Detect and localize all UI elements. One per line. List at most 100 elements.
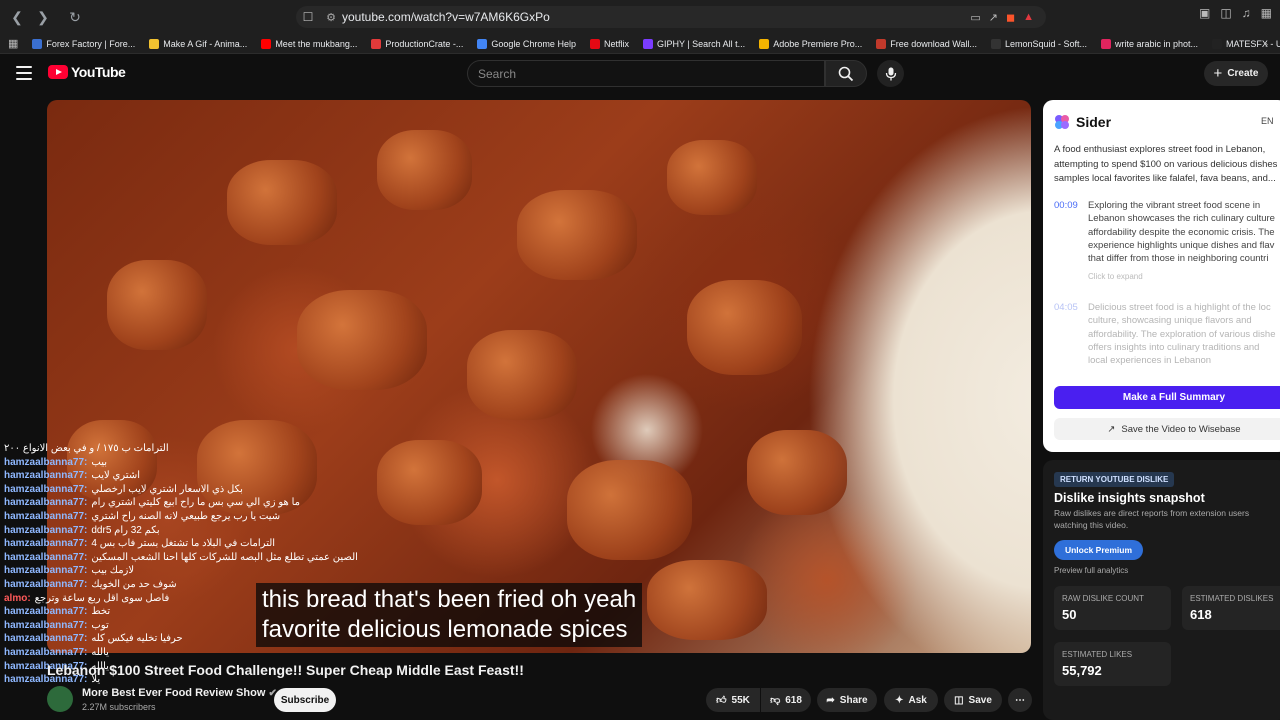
- share-button[interactable]: ➦ Share: [817, 688, 877, 712]
- bookmark-item[interactable]: Free download Wall...: [876, 38, 977, 49]
- install-icon[interactable]: ▭: [970, 11, 980, 24]
- ask-button[interactable]: ✦ Ask: [884, 688, 938, 712]
- brave-rewards-icon[interactable]: ▲: [1023, 11, 1034, 23]
- bookmark-star-icon[interactable]: ☐: [296, 10, 320, 24]
- chat-username: hamzaalbanna77:: [4, 497, 88, 509]
- summary-section-1: Exploring the vibrant street food scene …: [1088, 199, 1280, 265]
- ask-label: Ask: [908, 694, 927, 706]
- chat-message: hamzaalbanna77: بيب: [4, 456, 334, 470]
- bookmark-item[interactable]: GIPHY | Search All t...: [642, 38, 746, 49]
- site-info-icon[interactable]: ⚙: [320, 11, 342, 24]
- bookmark-favicon-icon: [477, 38, 488, 49]
- chat-text: الترامات ب ١٧٥ / و في بعض الانواع ٢٠٠: [4, 443, 169, 454]
- voice-search-button[interactable]: [877, 60, 904, 87]
- bookmark-favicon-icon: [759, 38, 770, 49]
- estimated-likes-label: ESTIMATED LIKES: [1062, 650, 1133, 659]
- bookmark-label: Adobe Premiere Pro...: [773, 38, 863, 49]
- chat-username: hamzaalbanna77:: [4, 646, 88, 658]
- chat-text: حرفيا تخليه فيكس كله: [91, 633, 183, 645]
- summary-line: samples local favorites like falafel, fa…: [1054, 173, 1276, 184]
- chat-text: تخط: [91, 606, 111, 618]
- wallet-icon[interactable]: ▦: [1261, 6, 1272, 20]
- bookmark-label: write arabic in phot...: [1115, 38, 1199, 49]
- language-select[interactable]: EN: [1261, 116, 1274, 126]
- media-icon[interactable]: ♫: [1242, 6, 1251, 20]
- share-icon: ➦: [826, 694, 835, 706]
- bookmark-item[interactable]: MATESFX - Unlimite...: [1212, 38, 1280, 49]
- share-page-icon[interactable]: ↗: [989, 11, 998, 24]
- bookmark-item[interactable]: Adobe Premiere Pro...: [759, 38, 863, 49]
- chat-username: hamzaalbanna77:: [4, 619, 88, 631]
- bookmark-favicon-icon: [1212, 38, 1223, 49]
- more-actions-button[interactable]: ⋯: [1008, 688, 1032, 712]
- bookmark-favicon-icon: [589, 38, 600, 49]
- sider-panel: Sider EN A food enthusiast explores stre…: [1043, 100, 1280, 452]
- estimated-dislikes-card: ESTIMATED DISLIKES 618: [1182, 586, 1280, 630]
- chat-text: اشتري لايب: [91, 470, 140, 482]
- save-to-wisebase-button[interactable]: ↗ Save the Video to Wisebase: [1054, 418, 1280, 440]
- sidebar-icon[interactable]: ◫: [1220, 6, 1231, 20]
- search-input[interactable]: Search: [467, 60, 825, 87]
- bookmark-favicon-icon: [1101, 38, 1111, 49]
- bookmark-favicon-icon: [371, 38, 382, 49]
- food-chunk: [687, 280, 802, 375]
- make-full-summary-button[interactable]: Make a Full Summary: [1054, 386, 1280, 409]
- extensions-icon[interactable]: ▣: [1199, 6, 1210, 20]
- url-text: youtube.com/watch?v=w7AM6K6GxPo: [342, 10, 550, 24]
- dislike-button[interactable]: 👎︎ 618: [761, 688, 811, 712]
- summary-line: culture, showcasing unique flavors and: [1088, 315, 1252, 327]
- apps-grid-icon[interactable]: ▦: [8, 37, 18, 50]
- bookmark-item[interactable]: Google Chrome Help: [477, 38, 576, 49]
- chat-message: hamzaalbanna77: حرفيا تخليه فيكس كله: [4, 632, 334, 646]
- bookmark-item[interactable]: Make A Gif - Anima...: [149, 38, 247, 49]
- subscriber-count: 2.27M subscribers: [82, 702, 156, 712]
- raw-dislike-value: 50: [1062, 607, 1077, 622]
- channel-avatar[interactable]: [47, 686, 73, 712]
- chat-text: فاصل سوى اقل ربع ساعة وترجع: [34, 592, 170, 604]
- bookmark-label: Free download Wall...: [890, 38, 977, 49]
- bookmarks-overflow-icon[interactable]: ›: [1265, 39, 1268, 49]
- chat-text: يالله: [91, 646, 109, 658]
- bookmark-item[interactable]: ProductionCrate -...: [371, 38, 463, 49]
- subscribe-button[interactable]: Subscribe: [274, 688, 336, 712]
- chat-message: hamzaalbanna77: شوف حد من الخويك: [4, 578, 334, 592]
- save-share-icon: ↗: [1107, 423, 1116, 435]
- forward-icon[interactable]: ❯: [32, 6, 54, 28]
- bookmark-favicon-icon: [876, 38, 887, 49]
- create-label: Create: [1227, 68, 1259, 79]
- create-button[interactable]: + Create: [1204, 61, 1268, 86]
- bookmark-item[interactable]: Meet the mukbang...: [261, 38, 357, 49]
- chat-message: hamzaalbanna77: توب: [4, 619, 334, 633]
- unlock-premium-button[interactable]: Unlock Premium: [1054, 540, 1143, 560]
- food-chunk: [227, 160, 337, 245]
- browser-toolbar: ❮ ❯ ↻ ☐ ⚙ youtube.com/watch?v=w7AM6K6GxP…: [0, 0, 1280, 34]
- bookmark-item[interactable]: write arabic in phot...: [1101, 38, 1199, 49]
- chat-username: hamzaalbanna77:: [4, 565, 88, 577]
- chat-username: hamzaalbanna77:: [4, 578, 88, 590]
- bookmark-item[interactable]: Forex Factory | Fore...: [32, 38, 135, 49]
- like-button[interactable]: 👍︎ 55K: [706, 688, 760, 712]
- bookmark-item[interactable]: Netflix: [589, 38, 629, 49]
- youtube-logo[interactable]: YouTube: [48, 64, 126, 80]
- expand-link[interactable]: Click to expand: [1088, 272, 1143, 281]
- channel-name[interactable]: More Best Ever Food Review Show ✔: [82, 687, 277, 699]
- preview-analytics-link[interactable]: Preview full analytics: [1054, 566, 1128, 575]
- summary-line: attempting to spend $100 on various deli…: [1054, 158, 1278, 170]
- save-button[interactable]: ◫ Save: [944, 688, 1002, 712]
- back-icon[interactable]: ❮: [6, 6, 28, 28]
- address-bar[interactable]: ☐ ⚙ youtube.com/watch?v=w7AM6K6GxPo ▭ ↗ …: [296, 6, 1046, 28]
- bookmark-label: MATESFX - Unlimite...: [1226, 38, 1280, 49]
- plus-icon: +: [1213, 65, 1223, 82]
- food-chunk: [747, 430, 847, 515]
- bookmark-item[interactable]: LemonSquid - Soft...: [990, 38, 1087, 49]
- search-button[interactable]: [825, 60, 867, 87]
- bookmark-icon: ◫: [954, 694, 964, 706]
- reload-icon[interactable]: ↻: [64, 6, 86, 28]
- hamburger-menu-icon[interactable]: [16, 66, 32, 80]
- brave-shield-icon[interactable]: ◼: [1006, 11, 1015, 24]
- bookmark-label: GIPHY | Search All t...: [656, 38, 746, 49]
- timestamp-link[interactable]: 04:05: [1054, 302, 1078, 313]
- summary-line: experience highlights unique dishes and …: [1088, 239, 1275, 251]
- timestamp-link[interactable]: 00:09: [1054, 200, 1078, 211]
- chat-text: شوف حد من الخويك: [91, 578, 177, 590]
